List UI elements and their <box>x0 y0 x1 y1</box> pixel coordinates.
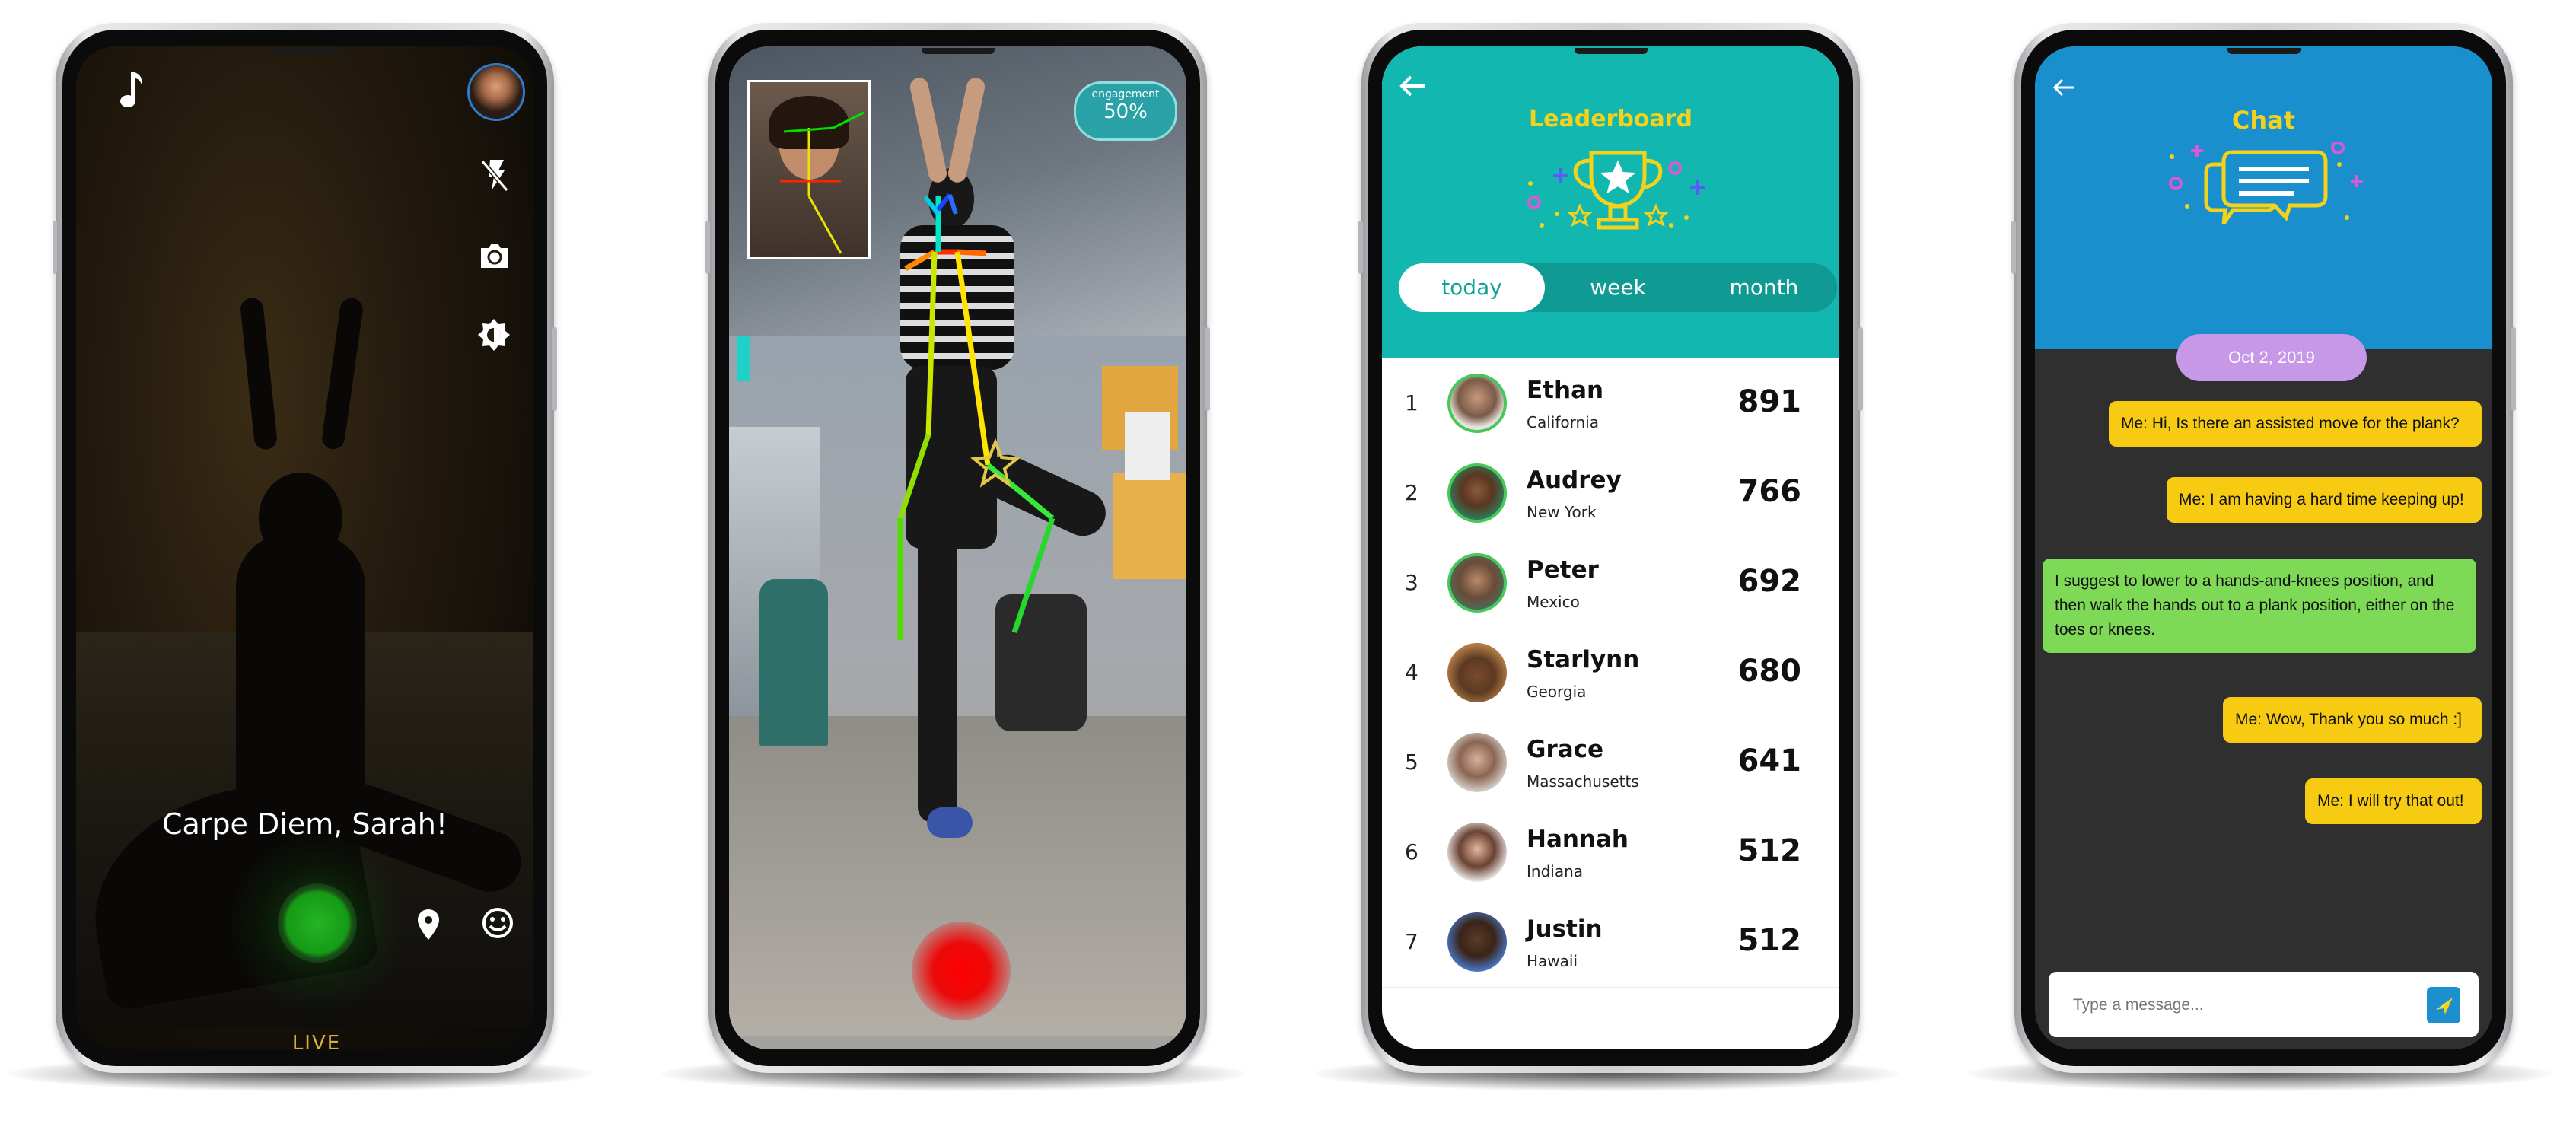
player-name: Starlynn <box>1527 646 1640 673</box>
table-row[interactable]: 3 Peter Mexico 692 <box>1382 538 1839 629</box>
page-title: Chat <box>2231 106 2296 135</box>
player-score: 692 <box>1737 564 1802 599</box>
player-score: 891 <box>1737 384 1802 419</box>
player-name: Peter <box>1527 556 1599 584</box>
chat-message-sent: Me: Wow, Thank you so much :] <box>2223 697 2482 743</box>
tab-today[interactable]: today <box>1399 263 1545 312</box>
player-location: Indiana <box>1527 862 1584 880</box>
player-location: Hawaii <box>1527 952 1578 970</box>
avatar <box>1447 823 1507 882</box>
engagement-label: engagement <box>1091 88 1160 100</box>
player-location: Massachusetts <box>1527 772 1639 791</box>
avatar <box>1447 463 1507 523</box>
player-score: 766 <box>1737 474 1802 509</box>
emoji-icon[interactable] <box>481 906 514 943</box>
chat-header: Chat <box>2035 46 2492 349</box>
message-input[interactable] <box>2071 988 2409 1022</box>
table-row[interactable]: 1 Ethan California 891 <box>1382 358 1839 450</box>
player-name: Ethan <box>1527 377 1604 404</box>
rank: 1 <box>1405 390 1419 415</box>
live-tab[interactable]: LIVE <box>76 1032 533 1049</box>
brightness-icon[interactable] <box>476 317 511 355</box>
player-score: 680 <box>1737 654 1802 689</box>
avatar <box>1447 374 1507 433</box>
player-location: Georgia <box>1527 683 1587 701</box>
rank: 4 <box>1405 660 1419 685</box>
chat-message-sent: Me: Hi, Is there an assisted move for th… <box>2109 401 2482 447</box>
chat-message-sent: Me: I am having a hard time keeping up! <box>2167 477 2482 523</box>
phone-chat: Chat Oct 2, 2019 Me: Hi, Is there an ass… <box>2011 23 2516 1073</box>
music-note-icon[interactable] <box>114 69 145 112</box>
leaderboard-screen: Leaderboard today week month 1 Ethan Cal… <box>1382 46 1839 1049</box>
record-button[interactable] <box>912 922 1011 1020</box>
table-row[interactable]: 2 Audrey New York 766 <box>1382 448 1839 540</box>
chat-message-received: I suggest to lower to a hands-and-knees … <box>2043 559 2476 653</box>
player-score: 512 <box>1737 923 1802 958</box>
player-name: Grace <box>1527 736 1604 763</box>
table-row[interactable]: 4 Starlynn Georgia 680 <box>1382 628 1839 719</box>
player-location: Mexico <box>1527 593 1580 611</box>
avatar <box>1447 643 1507 702</box>
player-location: California <box>1527 413 1599 431</box>
leaderboard-header: Leaderboard today week month <box>1382 46 1839 358</box>
camera-screen: Carpe Diem, Sarah! LIVE <box>76 46 533 1049</box>
rank: 6 <box>1405 839 1419 864</box>
phone-leaderboard: Leaderboard today week month 1 Ethan Cal… <box>1358 23 1863 1073</box>
avatar <box>1447 912 1507 972</box>
record-button[interactable] <box>278 883 357 963</box>
player-score: 512 <box>1737 833 1802 868</box>
trophy-icon <box>1527 151 1705 230</box>
engagement-value: 50% <box>1103 100 1148 123</box>
location-pin-icon[interactable] <box>416 908 441 944</box>
back-arrow-icon[interactable] <box>2050 72 2078 107</box>
message-composer <box>2049 972 2479 1037</box>
period-tabs: today week month <box>1399 263 1837 312</box>
tab-month[interactable]: month <box>1691 263 1837 312</box>
avatar[interactable] <box>467 63 525 121</box>
player-location: New York <box>1527 503 1597 521</box>
flash-off-icon[interactable] <box>478 157 511 196</box>
player-name: Audrey <box>1527 466 1622 494</box>
page-title: Leaderboard <box>1529 106 1692 132</box>
rank: 5 <box>1405 750 1419 775</box>
chat-screen: Chat Oct 2, 2019 Me: Hi, Is there an ass… <box>2035 46 2492 1049</box>
pose-screen: engagement 50% <box>729 46 1186 1049</box>
chat-bubbles-icon <box>2169 142 2363 225</box>
table-row[interactable]: 7 Justin Hawaii 512 <box>1382 897 1839 988</box>
phone-camera: Carpe Diem, Sarah! LIVE <box>53 23 557 1073</box>
webcam-inset <box>747 80 871 259</box>
table-row[interactable]: 5 Grace Massachusetts 641 <box>1382 718 1839 809</box>
phone-pose: engagement 50% <box>705 23 1210 1073</box>
player-name: Hannah <box>1527 826 1629 853</box>
back-arrow-icon[interactable] <box>1397 72 1428 107</box>
tab-week[interactable]: week <box>1545 263 1691 312</box>
rank: 2 <box>1405 480 1419 505</box>
rank: 3 <box>1405 570 1419 595</box>
engagement-badge: engagement 50% <box>1074 81 1177 141</box>
chat-message-sent: Me: I will try that out! <box>2305 778 2482 824</box>
avatar <box>1447 733 1507 792</box>
rank: 7 <box>1405 929 1419 954</box>
avatar <box>1447 553 1507 613</box>
table-row[interactable]: 6 Hannah Indiana 512 <box>1382 807 1839 899</box>
player-name: Justin <box>1527 915 1603 943</box>
send-icon <box>2436 998 2453 1014</box>
player-score: 641 <box>1737 743 1802 778</box>
send-button[interactable] <box>2427 987 2460 1023</box>
camera-flip-icon[interactable] <box>478 240 511 274</box>
date-divider: Oct 2, 2019 <box>2176 334 2367 381</box>
